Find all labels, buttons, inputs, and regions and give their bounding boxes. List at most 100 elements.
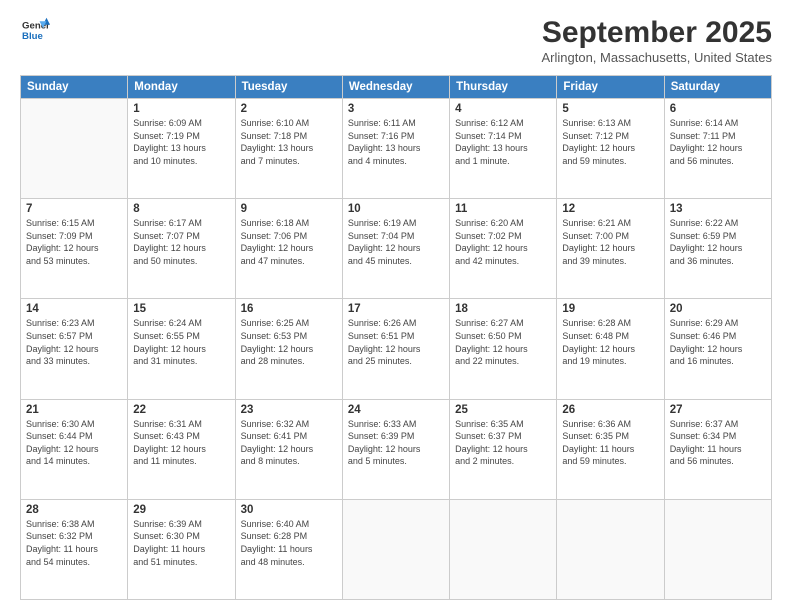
month-title: September 2025 — [541, 16, 772, 50]
calendar-cell: 4 Sunrise: 6:12 AMSunset: 7:14 PMDaylight… — [450, 99, 557, 199]
day-number: 17 — [348, 303, 444, 315]
weekday-header-saturday: Saturday — [664, 76, 771, 99]
week-row-2: 7Sunrise: 6:15 AMSunset: 7:09 PMDaylight… — [21, 199, 772, 299]
calendar-cell — [21, 99, 128, 199]
weekday-header-wednesday: Wednesday — [342, 76, 449, 99]
calendar-cell: 8 Sunrise: 6:17 AMSunset: 7:07 PMDaylight… — [128, 199, 235, 299]
day-info: Sunrise: 6:19 AMSunset: 7:04 PMDaylight:… — [348, 217, 444, 267]
day-number: 1 — [133, 103, 229, 115]
svg-text:Blue: Blue — [22, 31, 43, 42]
day-number: 5 — [562, 103, 658, 115]
day-info: Sunrise: 6:23 AMSunset: 6:57 PMDaylight:… — [26, 317, 122, 367]
weekday-header-monday: Monday — [128, 76, 235, 99]
calendar-cell: 16 Sunrise: 6:25 AMSunset: 6:53 PMDayligh… — [235, 299, 342, 399]
day-number: 20 — [670, 303, 766, 315]
calendar-cell: 12 Sunrise: 6:21 AMSunset: 7:00 PMDayligh… — [557, 199, 664, 299]
calendar-cell: 13 Sunrise: 6:22 AMSunset: 6:59 PMDayligh… — [664, 199, 771, 299]
location: Arlington, Massachusetts, United States — [541, 50, 772, 65]
calendar-cell: 24Sunrise: 6:33 AMSunset: 6:39 PMDayligh… — [342, 399, 449, 499]
calendar-cell: 25Sunrise: 6:35 AMSunset: 6:37 PMDayligh… — [450, 399, 557, 499]
day-info: Sunrise: 6:17 AMSunset: 7:07 PMDaylight:… — [133, 217, 229, 267]
calendar-cell — [664, 499, 771, 599]
calendar-cell: 11 Sunrise: 6:20 AMSunset: 7:02 PMDayligh… — [450, 199, 557, 299]
day-number: 23 — [241, 404, 337, 416]
day-info: Sunrise: 6:31 AMSunset: 6:43 PMDaylight:… — [133, 418, 229, 468]
day-info: Sunrise: 6:18 AMSunset: 7:06 PMDaylight:… — [241, 217, 337, 267]
day-number: 10 — [348, 203, 444, 215]
calendar-cell: 17Sunrise: 6:26 AMSunset: 6:51 PMDayligh… — [342, 299, 449, 399]
calendar-cell: 15 Sunrise: 6:24 AMSunset: 6:55 PMDayligh… — [128, 299, 235, 399]
day-number: 27 — [670, 404, 766, 416]
day-info: Sunrise: 6:20 AMSunset: 7:02 PMDaylight:… — [455, 217, 551, 267]
calendar-cell — [557, 499, 664, 599]
calendar-cell: 19 Sunrise: 6:28 AMSunset: 6:48 PMDayligh… — [557, 299, 664, 399]
weekday-header-thursday: Thursday — [450, 76, 557, 99]
day-number: 8 — [133, 203, 229, 215]
calendar-cell: 2 Sunrise: 6:10 AMSunset: 7:18 PMDaylight… — [235, 99, 342, 199]
day-number: 28 — [26, 504, 122, 516]
day-number: 15 — [133, 303, 229, 315]
day-info: Sunrise: 6:32 AMSunset: 6:41 PMDaylight:… — [241, 418, 337, 468]
calendar-cell: 10 Sunrise: 6:19 AMSunset: 7:04 PMDayligh… — [342, 199, 449, 299]
week-row-3: 14 Sunrise: 6:23 AMSunset: 6:57 PMDayligh… — [21, 299, 772, 399]
day-number: 14 — [26, 303, 122, 315]
calendar-cell: 9 Sunrise: 6:18 AMSunset: 7:06 PMDaylight… — [235, 199, 342, 299]
logo: General Blue — [20, 16, 50, 44]
day-number: 9 — [241, 203, 337, 215]
calendar-cell: 29 Sunrise: 6:39 AMSunset: 6:30 PMDayligh… — [128, 499, 235, 599]
day-info: Sunrise: 6:30 AMSunset: 6:44 PMDaylight:… — [26, 418, 122, 468]
day-number: 30 — [241, 504, 337, 516]
calendar-cell — [342, 499, 449, 599]
weekday-header-tuesday: Tuesday — [235, 76, 342, 99]
day-info: Sunrise: 6:25 AMSunset: 6:53 PMDaylight:… — [241, 317, 337, 367]
day-info: Sunrise: 6:36 AMSunset: 6:35 PMDaylight:… — [562, 418, 658, 468]
day-number: 21 — [26, 404, 122, 416]
day-number: 13 — [670, 203, 766, 215]
day-info: Sunrise: 6:14 AMSunset: 7:11 PMDaylight:… — [670, 117, 766, 167]
day-number: 16 — [241, 303, 337, 315]
day-info: Sunrise: 6:27 AMSunset: 6:50 PMDaylight:… — [455, 317, 551, 367]
day-number: 19 — [562, 303, 658, 315]
day-info: Sunrise: 6:12 AMSunset: 7:14 PMDaylight:… — [455, 117, 551, 167]
day-number: 22 — [133, 404, 229, 416]
calendar-cell: 20 Sunrise: 6:29 AMSunset: 6:46 PMDayligh… — [664, 299, 771, 399]
day-number: 12 — [562, 203, 658, 215]
day-number: 26 — [562, 404, 658, 416]
week-row-1: 1 Sunrise: 6:09 AMSunset: 7:19 PMDaylight… — [21, 99, 772, 199]
week-row-5: 28 Sunrise: 6:38 AMSunset: 6:32 PMDayligh… — [21, 499, 772, 599]
calendar-cell: 22 Sunrise: 6:31 AMSunset: 6:43 PMDayligh… — [128, 399, 235, 499]
calendar-cell: 21 Sunrise: 6:30 AMSunset: 6:44 PMDayligh… — [21, 399, 128, 499]
page: General Blue September 2025 Arlington, M… — [0, 0, 792, 612]
day-info: Sunrise: 6:21 AMSunset: 7:00 PMDaylight:… — [562, 217, 658, 267]
calendar-cell: 28 Sunrise: 6:38 AMSunset: 6:32 PMDayligh… — [21, 499, 128, 599]
day-info: Sunrise: 6:24 AMSunset: 6:55 PMDaylight:… — [133, 317, 229, 367]
day-info: Sunrise: 6:35 AMSunset: 6:37 PMDaylight:… — [455, 418, 551, 468]
day-info: Sunrise: 6:37 AMSunset: 6:34 PMDaylight:… — [670, 418, 766, 468]
day-number: 2 — [241, 103, 337, 115]
calendar-cell: 30Sunrise: 6:40 AMSunset: 6:28 PMDayligh… — [235, 499, 342, 599]
calendar-table: SundayMondayTuesdayWednesdayThursdayFrid… — [20, 75, 772, 600]
day-number: 4 — [455, 103, 551, 115]
title-block: September 2025 Arlington, Massachusetts,… — [541, 16, 772, 65]
day-info: Sunrise: 6:22 AMSunset: 6:59 PMDaylight:… — [670, 217, 766, 267]
day-number: 24 — [348, 404, 444, 416]
day-info: Sunrise: 6:29 AMSunset: 6:46 PMDaylight:… — [670, 317, 766, 367]
week-row-4: 21 Sunrise: 6:30 AMSunset: 6:44 PMDayligh… — [21, 399, 772, 499]
calendar-cell — [450, 499, 557, 599]
day-info: Sunrise: 6:11 AMSunset: 7:16 PMDaylight:… — [348, 117, 444, 167]
day-info: Sunrise: 6:09 AMSunset: 7:19 PMDaylight:… — [133, 117, 229, 167]
day-info: Sunrise: 6:10 AMSunset: 7:18 PMDaylight:… — [241, 117, 337, 167]
day-number: 29 — [133, 504, 229, 516]
weekday-header-row: SundayMondayTuesdayWednesdayThursdayFrid… — [21, 76, 772, 99]
day-number: 11 — [455, 203, 551, 215]
calendar-cell: 3Sunrise: 6:11 AMSunset: 7:16 PMDaylight… — [342, 99, 449, 199]
calendar-cell: 5Sunrise: 6:13 AMSunset: 7:12 PMDaylight… — [557, 99, 664, 199]
day-info: Sunrise: 6:38 AMSunset: 6:32 PMDaylight:… — [26, 518, 122, 568]
logo-icon: General Blue — [22, 16, 50, 44]
day-info: Sunrise: 6:39 AMSunset: 6:30 PMDaylight:… — [133, 518, 229, 568]
day-info: Sunrise: 6:28 AMSunset: 6:48 PMDaylight:… — [562, 317, 658, 367]
calendar-cell: 6Sunrise: 6:14 AMSunset: 7:11 PMDaylight… — [664, 99, 771, 199]
day-number: 18 — [455, 303, 551, 315]
day-number: 7 — [26, 203, 122, 215]
calendar-cell: 23 Sunrise: 6:32 AMSunset: 6:41 PMDayligh… — [235, 399, 342, 499]
